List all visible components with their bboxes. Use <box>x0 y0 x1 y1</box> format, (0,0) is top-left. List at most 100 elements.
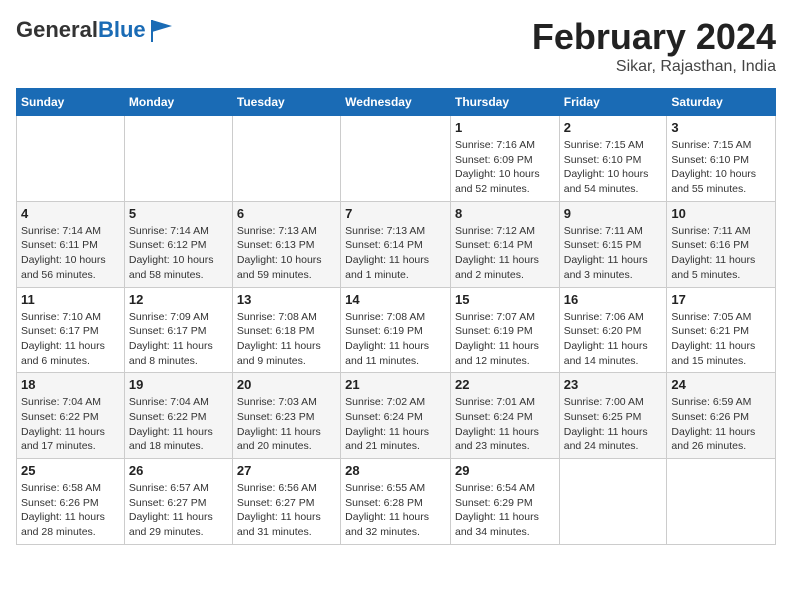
logo-blue: Blue <box>98 17 146 42</box>
day-info: Sunrise: 7:15 AMSunset: 6:10 PMDaylight:… <box>671 138 771 197</box>
day-info: Sunrise: 7:11 AMSunset: 6:15 PMDaylight:… <box>564 224 663 283</box>
day-info: Sunrise: 7:04 AMSunset: 6:22 PMDaylight:… <box>21 395 120 454</box>
calendar-cell: 19Sunrise: 7:04 AMSunset: 6:22 PMDayligh… <box>124 373 232 459</box>
day-info: Sunrise: 7:01 AMSunset: 6:24 PMDaylight:… <box>455 395 555 454</box>
calendar-cell <box>232 116 340 202</box>
day-number: 22 <box>455 377 555 392</box>
day-number: 1 <box>455 120 555 135</box>
day-number: 8 <box>455 206 555 221</box>
day-number: 16 <box>564 292 663 307</box>
day-info: Sunrise: 7:09 AMSunset: 6:17 PMDaylight:… <box>129 310 228 369</box>
calendar-cell: 6 Sunrise: 7:13 AMSunset: 6:13 PMDaylight… <box>232 201 340 287</box>
logo-general: General <box>16 17 98 42</box>
day-number: 5 <box>129 206 228 221</box>
day-number: 2 <box>564 120 663 135</box>
calendar-body: 1 Sunrise: 7:16 AMSunset: 6:09 PMDaylight… <box>17 116 776 545</box>
header-cell-friday: Friday <box>559 89 667 116</box>
calendar-cell: 22 Sunrise: 7:01 AMSunset: 6:24 PMDayligh… <box>450 373 559 459</box>
day-number: 19 <box>129 377 228 392</box>
day-info: Sunrise: 7:08 AMSunset: 6:18 PMDaylight:… <box>237 310 336 369</box>
day-info: Sunrise: 7:13 AMSunset: 6:14 PMDaylight:… <box>345 224 446 283</box>
header-cell-tuesday: Tuesday <box>232 89 340 116</box>
calendar-cell: 12 Sunrise: 7:09 AMSunset: 6:17 PMDayligh… <box>124 287 232 373</box>
day-number: 28 <box>345 463 446 478</box>
calendar-week-0: 1 Sunrise: 7:16 AMSunset: 6:09 PMDaylight… <box>17 116 776 202</box>
day-info: Sunrise: 7:07 AMSunset: 6:19 PMDaylight:… <box>455 310 555 369</box>
calendar-cell <box>559 459 667 545</box>
calendar-cell: 25Sunrise: 6:58 AMSunset: 6:26 PMDayligh… <box>17 459 125 545</box>
calendar-cell: 27 Sunrise: 6:56 AMSunset: 6:27 PMDayligh… <box>232 459 340 545</box>
calendar-week-1: 4 Sunrise: 7:14 AMSunset: 6:11 PMDaylight… <box>17 201 776 287</box>
calendar-cell: 1 Sunrise: 7:16 AMSunset: 6:09 PMDaylight… <box>450 116 559 202</box>
calendar-cell <box>667 459 776 545</box>
day-number: 12 <box>129 292 228 307</box>
day-info: Sunrise: 7:02 AMSunset: 6:24 PMDaylight:… <box>345 395 446 454</box>
day-info: Sunrise: 7:13 AMSunset: 6:13 PMDaylight:… <box>237 224 336 283</box>
day-number: 21 <box>345 377 446 392</box>
calendar-cell: 29 Sunrise: 6:54 AMSunset: 6:29 PMDayligh… <box>450 459 559 545</box>
day-info: Sunrise: 7:15 AMSunset: 6:10 PMDaylight:… <box>564 138 663 197</box>
day-number: 9 <box>564 206 663 221</box>
day-number: 4 <box>21 206 120 221</box>
calendar-cell: 20Sunrise: 7:03 AMSunset: 6:23 PMDayligh… <box>232 373 340 459</box>
day-number: 15 <box>455 292 555 307</box>
day-number: 6 <box>237 206 336 221</box>
calendar-cell: 14Sunrise: 7:08 AMSunset: 6:19 PMDayligh… <box>341 287 451 373</box>
calendar-cell: 24 Sunrise: 6:59 AMSunset: 6:26 PMDayligh… <box>667 373 776 459</box>
day-number: 7 <box>345 206 446 221</box>
day-number: 25 <box>21 463 120 478</box>
header-cell-monday: Monday <box>124 89 232 116</box>
day-number: 24 <box>671 377 771 392</box>
page-header: GeneralBlue February 2024 Sikar, Rajasth… <box>16 16 776 76</box>
header-cell-sunday: Sunday <box>17 89 125 116</box>
day-info: Sunrise: 7:03 AMSunset: 6:23 PMDaylight:… <box>237 395 336 454</box>
day-number: 13 <box>237 292 336 307</box>
calendar-cell: 23 Sunrise: 7:00 AMSunset: 6:25 PMDayligh… <box>559 373 667 459</box>
calendar-cell <box>341 116 451 202</box>
calendar-cell: 28Sunrise: 6:55 AMSunset: 6:28 PMDayligh… <box>341 459 451 545</box>
calendar-week-4: 25Sunrise: 6:58 AMSunset: 6:26 PMDayligh… <box>17 459 776 545</box>
calendar-cell: 18 Sunrise: 7:04 AMSunset: 6:22 PMDayligh… <box>17 373 125 459</box>
day-number: 23 <box>564 377 663 392</box>
day-info: Sunrise: 7:00 AMSunset: 6:25 PMDaylight:… <box>564 395 663 454</box>
calendar-cell: 16Sunrise: 7:06 AMSunset: 6:20 PMDayligh… <box>559 287 667 373</box>
day-number: 17 <box>671 292 771 307</box>
calendar-cell: 8 Sunrise: 7:12 AMSunset: 6:14 PMDaylight… <box>450 201 559 287</box>
day-info: Sunrise: 7:12 AMSunset: 6:14 PMDaylight:… <box>455 224 555 283</box>
day-info: Sunrise: 7:05 AMSunset: 6:21 PMDaylight:… <box>671 310 771 369</box>
day-number: 10 <box>671 206 771 221</box>
day-number: 26 <box>129 463 228 478</box>
calendar-cell <box>124 116 232 202</box>
day-info: Sunrise: 7:16 AMSunset: 6:09 PMDaylight:… <box>455 138 555 197</box>
calendar-cell: 9 Sunrise: 7:11 AMSunset: 6:15 PMDaylight… <box>559 201 667 287</box>
calendar-week-3: 18 Sunrise: 7:04 AMSunset: 6:22 PMDayligh… <box>17 373 776 459</box>
day-number: 3 <box>671 120 771 135</box>
calendar-table: SundayMondayTuesdayWednesdayThursdayFrid… <box>16 88 776 545</box>
logo: GeneralBlue <box>16 16 176 44</box>
calendar-cell: 2 Sunrise: 7:15 AMSunset: 6:10 PMDaylight… <box>559 116 667 202</box>
calendar-cell: 26 Sunrise: 6:57 AMSunset: 6:27 PMDayligh… <box>124 459 232 545</box>
calendar-cell: 7 Sunrise: 7:13 AMSunset: 6:14 PMDaylight… <box>341 201 451 287</box>
header-cell-thursday: Thursday <box>450 89 559 116</box>
day-info: Sunrise: 6:57 AMSunset: 6:27 PMDaylight:… <box>129 481 228 540</box>
header-cell-wednesday: Wednesday <box>341 89 451 116</box>
calendar-cell: 10Sunrise: 7:11 AMSunset: 6:16 PMDayligh… <box>667 201 776 287</box>
day-number: 27 <box>237 463 336 478</box>
calendar-cell: 21 Sunrise: 7:02 AMSunset: 6:24 PMDayligh… <box>341 373 451 459</box>
calendar-cell: 17 Sunrise: 7:05 AMSunset: 6:21 PMDayligh… <box>667 287 776 373</box>
calendar-cell: 15 Sunrise: 7:07 AMSunset: 6:19 PMDayligh… <box>450 287 559 373</box>
calendar-week-2: 11Sunrise: 7:10 AMSunset: 6:17 PMDayligh… <box>17 287 776 373</box>
day-info: Sunrise: 7:14 AMSunset: 6:11 PMDaylight:… <box>21 224 120 283</box>
day-number: 29 <box>455 463 555 478</box>
day-info: Sunrise: 6:54 AMSunset: 6:29 PMDaylight:… <box>455 481 555 540</box>
calendar-cell: 13 Sunrise: 7:08 AMSunset: 6:18 PMDayligh… <box>232 287 340 373</box>
header-row: SundayMondayTuesdayWednesdayThursdayFrid… <box>17 89 776 116</box>
header-cell-saturday: Saturday <box>667 89 776 116</box>
month-year: February 2024 <box>532 16 776 58</box>
day-info: Sunrise: 7:14 AMSunset: 6:12 PMDaylight:… <box>129 224 228 283</box>
day-number: 18 <box>21 377 120 392</box>
title-block: February 2024 Sikar, Rajasthan, India <box>532 16 776 76</box>
day-info: Sunrise: 6:56 AMSunset: 6:27 PMDaylight:… <box>237 481 336 540</box>
day-info: Sunrise: 6:59 AMSunset: 6:26 PMDaylight:… <box>671 395 771 454</box>
calendar-cell: 11Sunrise: 7:10 AMSunset: 6:17 PMDayligh… <box>17 287 125 373</box>
